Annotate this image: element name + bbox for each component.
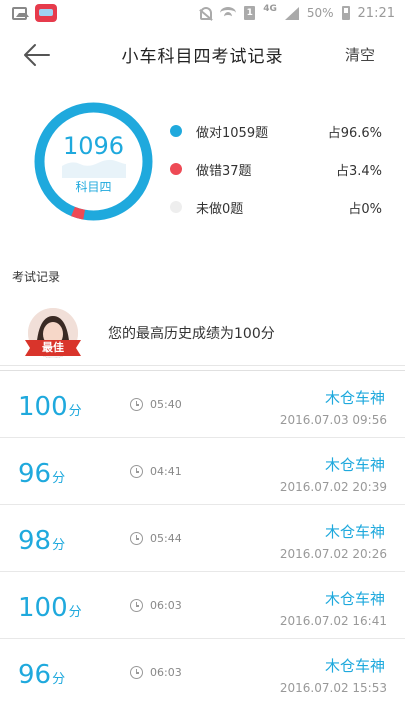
best-score-text: 您的最高历史成绩为100分 bbox=[108, 326, 275, 342]
record-row[interactable]: 98分 05:44 木仓车神 2016.07.02 20:26 bbox=[0, 504, 405, 571]
records-list: 100分 05:40 木仓车神 2016.07.03 09:56 96分 04:… bbox=[0, 370, 405, 705]
record-score: 96分 bbox=[18, 459, 65, 489]
score-value: 96 bbox=[18, 459, 52, 489]
stat-unanswered: 未做0题 占0% bbox=[166, 188, 386, 226]
legend-dot-unanswered bbox=[170, 201, 182, 213]
score-unit: 分 bbox=[52, 471, 66, 486]
record-duration: 05:40 bbox=[150, 398, 182, 411]
stat-label: 未做0题 bbox=[196, 201, 244, 217]
stat-label: 做错37题 bbox=[196, 163, 252, 179]
record-row[interactable]: 100分 05:40 木仓车神 2016.07.03 09:56 bbox=[0, 370, 405, 437]
record-score: 100分 bbox=[18, 593, 82, 623]
stat-label: 做对1059题 bbox=[196, 125, 269, 141]
record-row[interactable]: 100分 06:03 木仓车神 2016.07.02 16:41 bbox=[0, 571, 405, 638]
record-title: 木仓车神 bbox=[324, 456, 385, 474]
clock-icon bbox=[130, 599, 143, 612]
stat-percent: 占0% bbox=[348, 201, 382, 217]
ring-correct-arc bbox=[34, 102, 153, 221]
top-app-bar: 小车科目四考试记录 清空 bbox=[0, 26, 405, 84]
legend-dot-correct bbox=[170, 125, 182, 137]
record-title: 木仓车神 bbox=[324, 590, 385, 608]
score-unit: 分 bbox=[68, 404, 82, 419]
score-unit: 分 bbox=[52, 672, 66, 687]
wave-decoration bbox=[62, 159, 126, 178]
record-date: 2016.07.02 15:53 bbox=[279, 681, 387, 695]
clock-icon bbox=[130, 532, 143, 545]
best-score-row: 最佳 您的最高历史成绩为100分 bbox=[0, 300, 405, 366]
score-unit: 分 bbox=[52, 538, 66, 553]
record-date: 2016.07.02 20:26 bbox=[279, 547, 387, 561]
record-score: 96分 bbox=[18, 660, 65, 690]
score-value: 96 bbox=[18, 660, 52, 690]
wifi-icon bbox=[220, 7, 237, 19]
stat-wrong: 做错37题 占3.4% bbox=[166, 150, 386, 188]
score-value: 98 bbox=[18, 526, 52, 556]
clock-icon bbox=[130, 666, 143, 679]
status-bar: 1 4G 50% 21:21 bbox=[0, 0, 405, 26]
record-duration: 05:44 bbox=[150, 532, 182, 545]
stat-percent: 占96.6% bbox=[327, 125, 382, 141]
total-questions: 1096 bbox=[62, 132, 125, 160]
record-title: 木仓车神 bbox=[324, 389, 385, 407]
record-date: 2016.07.02 16:41 bbox=[279, 614, 387, 628]
progress-ring: 1096 科目四 bbox=[32, 100, 155, 223]
best-badge-label: 最佳 bbox=[42, 341, 64, 354]
clear-button[interactable]: 清空 bbox=[345, 44, 375, 65]
record-row[interactable]: 96分 04:41 木仓车神 2016.07.02 20:39 bbox=[0, 437, 405, 504]
ring-wrong-arc bbox=[34, 102, 153, 221]
record-title: 木仓车神 bbox=[324, 657, 385, 675]
subject-label: 科目四 bbox=[75, 180, 112, 194]
driving-app-notification-icon bbox=[35, 4, 57, 22]
record-score: 98分 bbox=[18, 526, 65, 556]
battery-percent: 50% bbox=[306, 6, 334, 20]
record-duration: 04:41 bbox=[150, 465, 182, 478]
score-value: 100 bbox=[18, 593, 68, 623]
exam-records-screen: 1 4G 50% 21:21 小车科目四考试记录 清空 1096 科目四 做对1… bbox=[0, 0, 405, 720]
status-left bbox=[0, 4, 57, 22]
mute-icon bbox=[200, 6, 213, 20]
stat-percent: 占3.4% bbox=[335, 163, 382, 179]
battery-icon bbox=[341, 6, 350, 20]
record-date: 2016.07.02 20:39 bbox=[279, 480, 387, 494]
score-unit: 分 bbox=[68, 605, 82, 620]
network-type: 4G bbox=[263, 4, 277, 14]
gallery-notification-icon bbox=[12, 6, 29, 20]
section-title: 考试记录 bbox=[12, 270, 61, 284]
legend-dot-wrong bbox=[170, 163, 182, 175]
record-row[interactable]: 96分 06:03 木仓车神 2016.07.02 15:53 bbox=[0, 638, 405, 705]
stats-list: 做对1059题 占96.6% 做错37题 占3.4% 未做0题 占0% bbox=[166, 112, 386, 226]
clock-time: 21:21 bbox=[357, 5, 395, 21]
record-title: 木仓车神 bbox=[324, 523, 385, 541]
clock-icon bbox=[130, 398, 143, 411]
stat-correct: 做对1059题 占96.6% bbox=[166, 112, 386, 150]
record-date: 2016.07.03 09:56 bbox=[279, 413, 387, 427]
signal-icon bbox=[284, 6, 299, 20]
summary-panel: 1096 科目四 做对1059题 占96.6% 做错37题 占3.4% 未做0题… bbox=[0, 100, 405, 230]
record-duration: 06:03 bbox=[150, 666, 182, 679]
best-badge: 最佳 bbox=[25, 340, 81, 356]
score-value: 100 bbox=[18, 392, 68, 422]
clock-icon bbox=[130, 465, 143, 478]
progress-ring-graphic bbox=[34, 102, 153, 221]
status-right: 1 4G 50% 21:21 bbox=[200, 0, 395, 26]
record-score: 100分 bbox=[18, 392, 82, 422]
sim-icon: 1 bbox=[244, 6, 256, 20]
record-duration: 06:03 bbox=[150, 599, 182, 612]
